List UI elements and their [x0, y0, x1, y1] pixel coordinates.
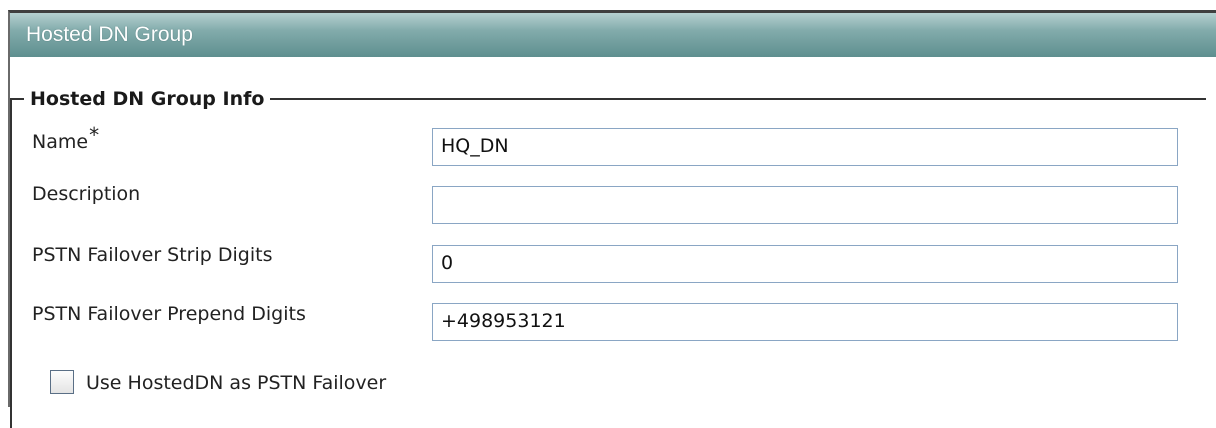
name-label: Name* [32, 123, 100, 153]
prepend-digits-field[interactable]: +498953121 [432, 303, 1178, 341]
prepend-digits-label: PSTN Failover Prepend Digits [32, 303, 306, 325]
description-label: Description [32, 183, 141, 205]
use-hosteddn-failover-checkbox[interactable] [50, 370, 74, 394]
description-field[interactable] [432, 186, 1178, 224]
strip-digits-field[interactable]: 0 [432, 245, 1178, 283]
name-field[interactable]: HQ_DN [432, 128, 1178, 166]
panel-header: Hosted DN Group [10, 13, 1216, 57]
section-legend: Hosted DN Group Info [30, 88, 265, 110]
panel-title: Hosted DN Group [26, 23, 193, 46]
strip-digits-label: PSTN Failover Strip Digits [32, 244, 273, 266]
required-marker: * [89, 123, 100, 147]
use-hosteddn-failover-label[interactable]: Use HostedDN as PSTN Failover [86, 370, 386, 396]
